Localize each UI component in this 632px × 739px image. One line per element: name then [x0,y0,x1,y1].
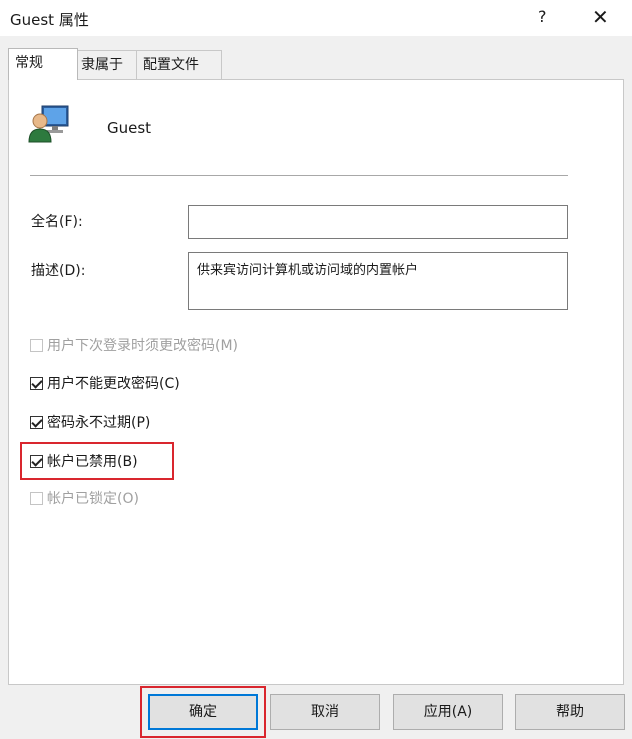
checkbox-account-locked[interactable]: 帐户已锁定(O) [30,488,139,508]
help-icon[interactable]: ? [538,7,547,26]
help-button[interactable]: 帮助 [515,694,625,730]
ok-button[interactable]: 确定 [148,694,258,730]
checkbox-cannot-change-password[interactable]: 用户不能更改密码(C) [30,373,180,393]
window-title: Guest 属性 [10,11,89,29]
checkbox-must-change-password[interactable]: 用户下次登录时须更改密码(M) [30,335,238,355]
cancel-button[interactable]: 取消 [270,694,380,730]
checkbox-label: 用户不能更改密码(C) [47,376,180,392]
checkbox-label: 用户下次登录时须更改密码(M) [47,338,239,354]
divider [30,175,568,176]
checkbox-password-never-expires[interactable]: 密码永不过期(P) [30,412,150,432]
title-bar: Guest 属性 ? ✕ [0,0,632,36]
checkbox-box[interactable] [30,491,43,505]
checkbox-box[interactable] [30,415,43,429]
apply-button[interactable]: 应用(A) [393,694,503,730]
checkbox-account-disabled[interactable]: 帐户已禁用(B) [30,451,138,471]
checkbox-label: 密码永不过期(P) [47,415,151,431]
checkbox-box[interactable] [30,338,43,352]
user-computer-icon [28,104,74,144]
description-input[interactable]: 供来宾访问计算机或访问域的内置帐户 [188,252,568,310]
checkbox-box[interactable] [30,454,43,468]
fullname-label: 全名(F): [31,214,83,230]
user-name: Guest [107,119,152,137]
checkbox-label: 帐户已锁定(O) [47,491,139,507]
tab-profile[interactable]: 配置文件 [136,50,222,79]
tab-member-of[interactable]: 隶属于 [74,50,140,79]
description-label: 描述(D): [31,263,86,279]
checkbox-box[interactable] [30,376,43,390]
tab-general[interactable]: 常规 [8,48,78,80]
fullname-input[interactable] [188,205,568,239]
checkbox-label: 帐户已禁用(B) [47,454,138,470]
close-icon[interactable]: ✕ [592,5,609,29]
